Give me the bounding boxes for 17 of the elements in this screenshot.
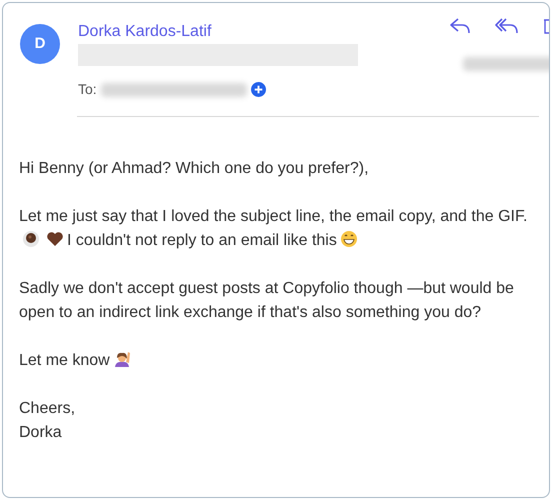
reply-icon[interactable] xyxy=(449,16,471,36)
sender-name[interactable]: Dorka Kardos-Latif xyxy=(78,22,358,42)
message-text: Sadly we don't accept guest posts at Copyfolio though —but would be open to an indirect link exchange if that's also something you do? xyxy=(19,280,514,321)
message-text: Let me know xyxy=(19,352,110,369)
raising-hand-person-icon xyxy=(112,350,131,368)
heart-icon xyxy=(46,230,64,248)
add-recipient-icon[interactable] xyxy=(250,82,266,97)
sender-avatar: D xyxy=(20,24,60,64)
coffee-cup-icon xyxy=(22,230,40,248)
message-text: Cheers, xyxy=(19,400,76,417)
to-label: To: xyxy=(78,80,97,99)
reply-all-icon[interactable] xyxy=(495,16,519,36)
message-text: Hi Benny (or Ahmad? Which one do you prefer?), xyxy=(19,160,369,177)
message-text: Dorka xyxy=(19,424,62,441)
grinning-face-icon xyxy=(340,230,358,248)
message-text: I couldn't not reply to an email like this xyxy=(67,232,337,249)
message-text: Let me just say that I loved the subject line, the email copy, and the GIF. xyxy=(19,208,528,225)
